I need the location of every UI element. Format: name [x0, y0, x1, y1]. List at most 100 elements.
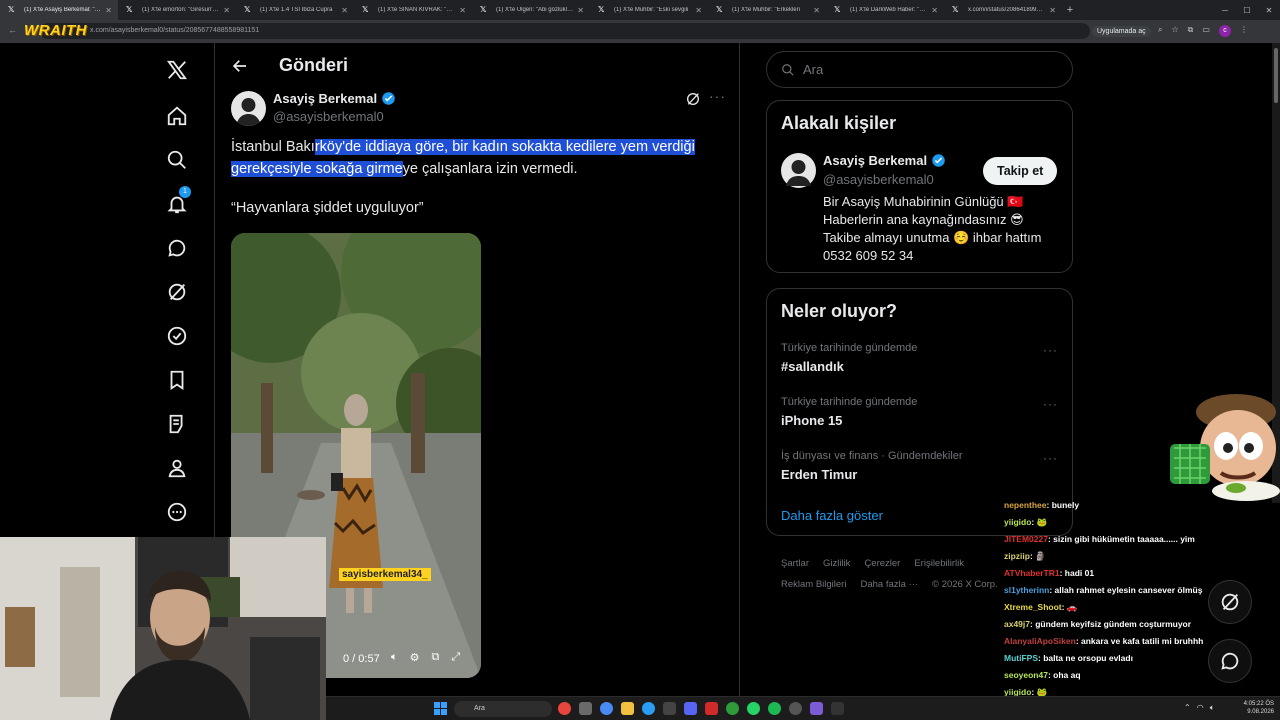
browser-tab[interactable]: 𝕏 (1) X'te 1.4 TSI Ibiza Cupra ✕: [236, 0, 354, 20]
wifi-icon[interactable]: ◠: [1197, 703, 1204, 713]
chat-username[interactable]: seoyeon47: [1004, 670, 1048, 680]
profile-icon[interactable]: [155, 448, 199, 488]
copilot-icon[interactable]: [600, 702, 613, 715]
menu-icon[interactable]: ⋮: [1240, 25, 1248, 37]
notifications-icon[interactable]: 1: [155, 184, 199, 224]
edge-icon[interactable]: [642, 702, 655, 715]
chat-username[interactable]: ATVhaberTR1: [1004, 568, 1060, 578]
browser-tab[interactable]: 𝕏 (1) X'te Muhbir: "Eski sevgili ✕: [590, 0, 708, 20]
x-logo-icon[interactable]: [155, 50, 199, 90]
person-handle[interactable]: @asayisberkemal0: [823, 172, 934, 187]
maximize-icon[interactable]: ☐: [1236, 6, 1258, 15]
person-avatar[interactable]: [781, 153, 816, 188]
spotify-icon[interactable]: [768, 702, 781, 715]
browser-tab[interactable]: 𝕏x.com/i/status/208641899921 ✕: [944, 0, 1062, 20]
chat-username[interactable]: JITEM0227: [1004, 534, 1048, 544]
tab-close-icon[interactable]: ✕: [1049, 6, 1056, 15]
volume-icon[interactable]: 🔈︎: [391, 651, 398, 664]
tray-chevron-icon[interactable]: ⌃: [1184, 703, 1191, 713]
chat-username[interactable]: nepenthee: [1004, 500, 1047, 510]
star-icon[interactable]: ☆: [1171, 25, 1178, 37]
chat-username[interactable]: Xtreme_Shoot: [1004, 602, 1062, 612]
bookmarks-icon[interactable]: [155, 360, 199, 400]
person-name[interactable]: Asayiş Berkemal: [823, 153, 946, 168]
more-options-icon[interactable]: [155, 492, 199, 532]
tab-close-icon[interactable]: ✕: [695, 6, 702, 15]
footer-link[interactable]: Daha fazla ···: [860, 579, 918, 590]
tab-close-icon[interactable]: ✕: [931, 6, 938, 15]
whatsapp-icon[interactable]: [747, 702, 760, 715]
lists-icon[interactable]: [155, 404, 199, 444]
trend-more-icon[interactable]: ···: [1043, 451, 1058, 465]
trend-item[interactable]: İş dünyası ve finans · Gündemdekiler Erd…: [781, 450, 963, 482]
trend-more-icon[interactable]: ···: [1043, 343, 1058, 357]
volume-tray-icon[interactable]: 🔈︎: [1210, 703, 1215, 713]
new-tab-icon[interactable]: +: [1062, 4, 1078, 16]
author-name[interactable]: Asayiş Berkemal: [273, 91, 396, 106]
tab-close-icon[interactable]: ✕: [105, 6, 112, 15]
app-purple-icon[interactable]: [810, 702, 823, 715]
trend-more-icon[interactable]: ···: [1043, 397, 1058, 411]
browser-tab[interactable]: 𝕏 (1) X'te Muhbir: "Erkekleri ✕: [708, 0, 826, 20]
explore-icon[interactable]: [155, 140, 199, 180]
footer-link[interactable]: Reklam Bilgileri: [781, 579, 846, 590]
grok-fab-icon[interactable]: [1208, 580, 1252, 624]
author-avatar[interactable]: [231, 91, 266, 126]
tab-close-icon[interactable]: ✕: [459, 6, 466, 15]
follow-button[interactable]: Takip et: [983, 157, 1058, 185]
chat-username[interactable]: ax49j7: [1004, 619, 1030, 629]
chrome-icon[interactable]: [558, 702, 571, 715]
sidebar-icon[interactable]: ▭: [1202, 25, 1210, 37]
grok-icon[interactable]: [155, 272, 199, 312]
verified-orgs-icon[interactable]: [155, 316, 199, 356]
chat-username[interactable]: AlanyaliApoSiken: [1004, 636, 1076, 646]
close-window-icon[interactable]: ✕: [1258, 6, 1280, 15]
open-in-app-button[interactable]: Uygulamada aç: [1092, 26, 1151, 37]
clock[interactable]: 4:05:22 ÖS 9.08.2026: [1244, 700, 1274, 716]
taskbar-search[interactable]: Ara: [454, 701, 552, 717]
store-icon[interactable]: [579, 702, 592, 715]
scrollbar-thumb[interactable]: [1274, 48, 1278, 103]
app-red-icon[interactable]: [705, 702, 718, 715]
zoom-icon[interactable]: ⌕: [1158, 25, 1162, 37]
extensions-icon[interactable]: ⧉: [1188, 25, 1194, 37]
back-nav-icon[interactable]: ←: [8, 25, 17, 35]
footer-link[interactable]: Çerezler: [864, 558, 900, 569]
app-dark-icon[interactable]: [831, 702, 844, 715]
trend-item[interactable]: Türkiye tarihinde gündemde iPhone 15: [781, 396, 917, 428]
browser-tab[interactable]: 𝕏 (1) X'te emorton: "Giresun'da d ✕: [118, 0, 236, 20]
obs-icon[interactable]: [789, 702, 802, 715]
messages-fab-icon[interactable]: [1208, 639, 1252, 683]
tab-close-icon[interactable]: ✕: [813, 6, 820, 15]
tab-close-icon[interactable]: ✕: [223, 6, 230, 15]
footer-link[interactable]: Şartlar: [781, 558, 809, 569]
post-more-icon[interactable]: ···: [709, 88, 726, 104]
messages-icon[interactable]: [155, 228, 199, 268]
footer-link[interactable]: Erişilebilirlik: [914, 558, 964, 569]
trend-item[interactable]: Türkiye tarihinde gündemde #sallandık: [781, 342, 917, 374]
tab-close-icon[interactable]: ✕: [341, 6, 348, 15]
profile-avatar-icon[interactable]: c: [1218, 25, 1231, 37]
browser-tab[interactable]: 𝕏 (1) X'te SİNAN KIVRAK: "Rümey ✕: [354, 0, 472, 20]
clipchamp-icon[interactable]: [663, 702, 676, 715]
settings-icon[interactable]: ⚙︎: [410, 651, 420, 664]
browser-tab[interactable]: 𝕏 (1) X'te Ülgen: "Abi gözlüklerin ✕: [472, 0, 590, 20]
chat-username[interactable]: yiigido: [1004, 517, 1031, 527]
grok-post-icon[interactable]: [685, 91, 701, 107]
pip-icon[interactable]: ⧉: [431, 651, 439, 664]
app-green-icon[interactable]: [726, 702, 739, 715]
fullscreen-icon[interactable]: ⤢: [451, 651, 460, 664]
author-handle[interactable]: @asayisberkemal0: [273, 109, 384, 124]
chat-username[interactable]: sl1ytherinn: [1004, 585, 1049, 595]
chat-username[interactable]: MutiFPS: [1004, 653, 1038, 663]
windows-start-icon[interactable]: [434, 702, 447, 715]
browser-tab[interactable]: 𝕏 (1) X'te DarkWeb Haber: "Ev s ✕: [826, 0, 944, 20]
address-bar[interactable]: x.com/asayisberkemal0/status/20856774885…: [40, 23, 1090, 39]
home-icon[interactable]: [155, 96, 199, 136]
search-box[interactable]: Ara: [766, 51, 1073, 88]
browser-tab[interactable]: 𝕏 (1) X'te Asayiş Berkemal: "İstan ✕: [0, 0, 118, 20]
chat-username[interactable]: zipziip: [1004, 551, 1030, 561]
show-more-link[interactable]: Daha fazla göster: [781, 508, 883, 523]
minimize-icon[interactable]: ─: [1214, 6, 1236, 15]
footer-link[interactable]: Gizlilik: [823, 558, 850, 569]
